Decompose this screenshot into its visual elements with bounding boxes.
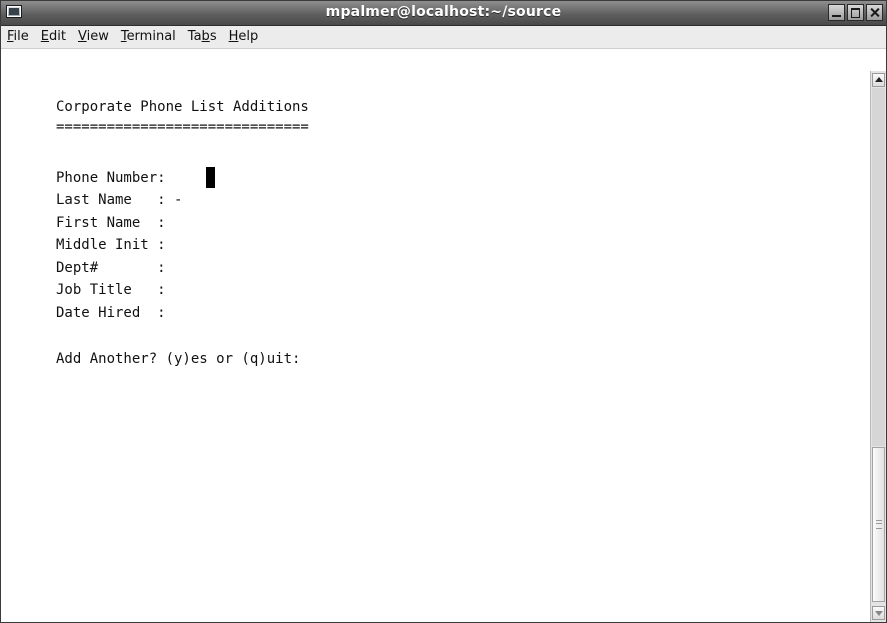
- add-another-prompt: Add Another? (y)es or (q)uit:: [56, 351, 301, 367]
- menu-edit-label: dit: [49, 29, 66, 44]
- grip-icon: [876, 520, 882, 529]
- menu-file-label: ile: [13, 29, 29, 44]
- terminal-window: mpalmer@localhost:~/source File Edit Vie…: [0, 0, 887, 623]
- scrollbar-trough[interactable]: [872, 88, 885, 446]
- menu-edit-mnemonic: E: [40, 29, 49, 44]
- window-controls: [828, 4, 883, 21]
- scroll-down-icon[interactable]: [872, 606, 885, 620]
- vertical-scrollbar[interactable]: [870, 71, 886, 622]
- menu-terminal[interactable]: Terminal: [115, 26, 182, 48]
- first-name-label: First Name :: [56, 215, 166, 231]
- menu-tabs-prefix: Ta: [187, 29, 202, 44]
- menu-bar: File Edit View Terminal Tabs Help: [1, 26, 886, 49]
- minimize-button[interactable]: [828, 4, 845, 21]
- text-cursor: [206, 167, 215, 188]
- scroll-up-icon[interactable]: [872, 73, 885, 87]
- menu-file[interactable]: File: [1, 26, 35, 48]
- heading-underline: ==============================: [56, 119, 309, 135]
- menu-edit[interactable]: Edit: [35, 26, 72, 48]
- scrollbar-thumb[interactable]: [872, 447, 885, 602]
- menu-view-mnemonic: V: [77, 29, 87, 44]
- maximize-button[interactable]: [847, 4, 864, 21]
- last-name-label: Last Name : -: [56, 192, 183, 208]
- menu-view-label: iew: [86, 29, 109, 44]
- menu-help-label: elp: [238, 29, 259, 44]
- menu-terminal-label: erminal: [126, 29, 176, 44]
- middle-init-label: Middle Init :: [56, 237, 166, 253]
- phone-number-label: Phone Number:: [56, 170, 166, 186]
- menu-tabs-label: s: [209, 29, 217, 44]
- close-button[interactable]: [866, 4, 883, 21]
- terminal-screen[interactable]: Corporate Phone List Additions =========…: [1, 49, 870, 622]
- menu-help-mnemonic: H: [228, 29, 239, 44]
- date-hired-label: Date Hired :: [56, 305, 166, 321]
- job-title-label: Job Title :: [56, 282, 166, 298]
- form-heading: Corporate Phone List Additions: [56, 99, 309, 115]
- menu-tabs-mnemonic: b: [201, 29, 210, 44]
- window-title: mpalmer@localhost:~/source: [325, 4, 562, 20]
- menu-tabs[interactable]: Tabs: [182, 26, 223, 48]
- title-bar[interactable]: mpalmer@localhost:~/source: [1, 1, 886, 26]
- menu-help[interactable]: Help: [223, 26, 265, 48]
- menu-view[interactable]: View: [72, 26, 115, 48]
- dept-label: Dept# :: [56, 260, 166, 276]
